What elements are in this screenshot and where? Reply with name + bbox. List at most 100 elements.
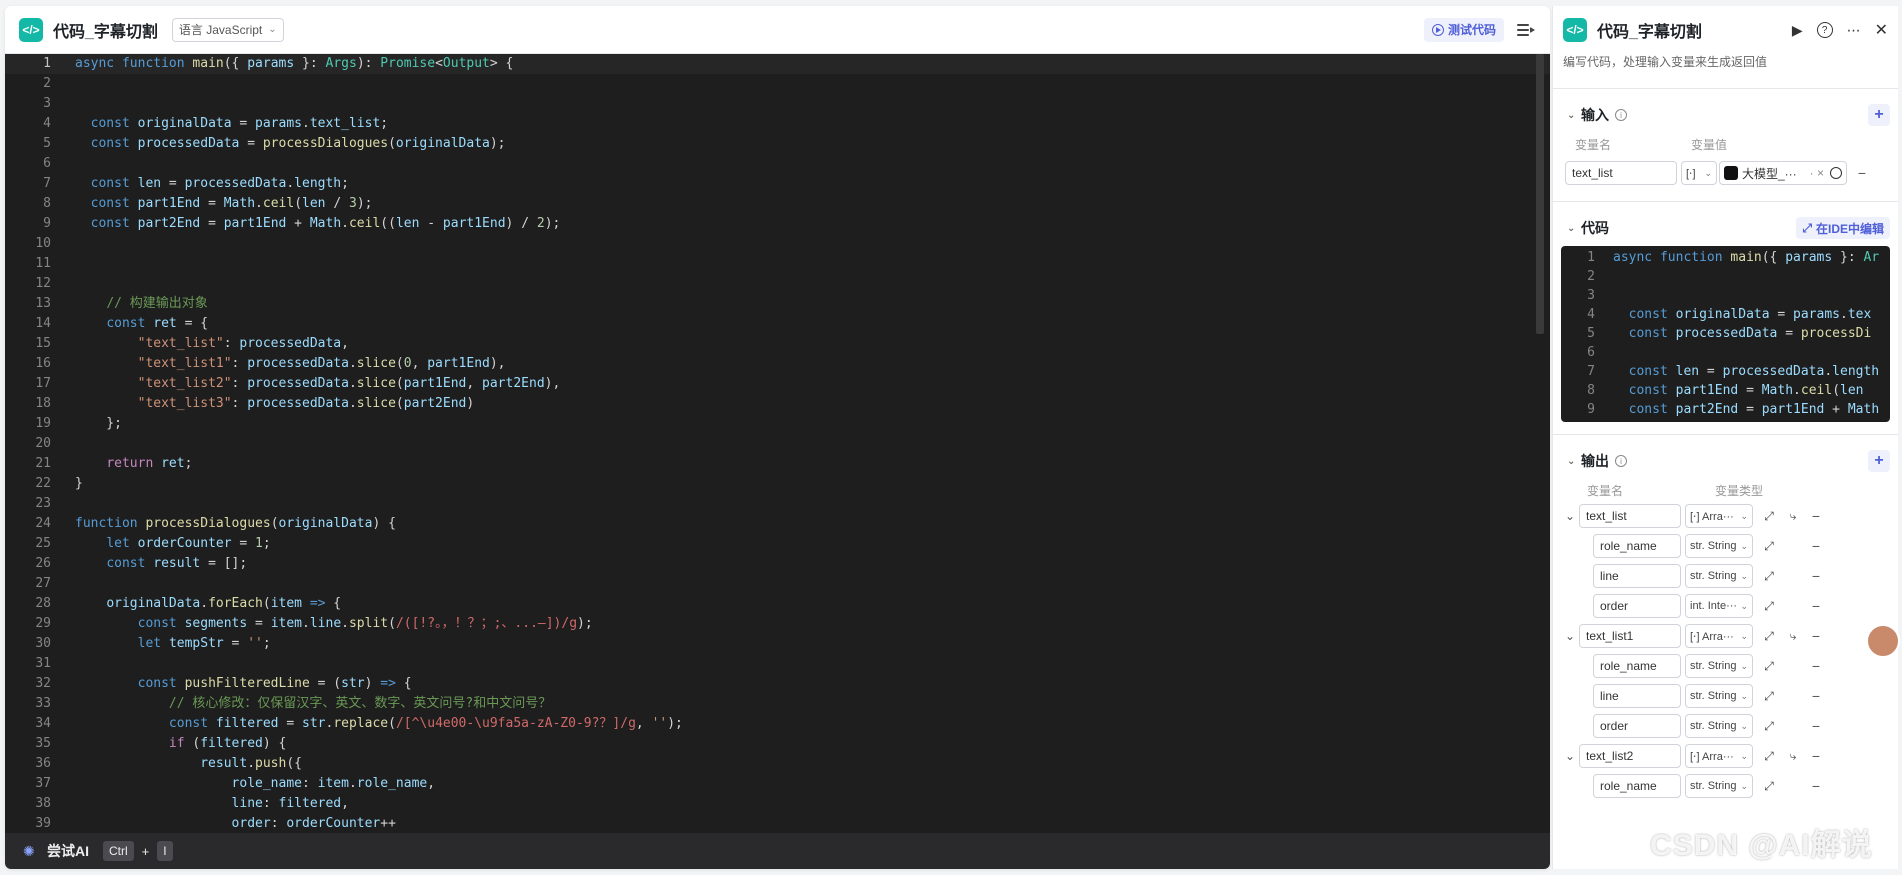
output-type-select[interactable]: str. String ⌄ [1685,534,1753,558]
output-type-select[interactable]: str. String ⌄ [1685,714,1753,738]
input-type-select[interactable]: [⋅] ⌄ [1681,161,1717,185]
expand-icon[interactable]: ⤢ [1761,779,1777,794]
output-var-name-field[interactable]: role_name [1593,774,1681,798]
output-type-select[interactable]: str. String ⌄ [1685,774,1753,798]
output-type-select[interactable]: int. Inte··· ⌄ [1685,594,1753,618]
line-number: 1 [43,56,51,71]
line-number: 6 [1587,345,1595,360]
output-var-name-field[interactable]: order [1593,594,1681,618]
chevron-down-icon[interactable]: ⌄ [1561,629,1579,643]
code-line: 6 [5,154,1550,174]
code-line-text: if (filtered) { [168,736,287,751]
chevron-down-icon[interactable]: ⌄ [1561,749,1579,763]
remove-output-button[interactable]: − [1809,598,1823,614]
line-number: 28 [35,596,51,611]
add-input-button[interactable]: + [1868,104,1890,126]
code-line-text: "text_list2": processedData.slice(part1E… [137,376,561,391]
code-line: 7 const len = processedData.length [1561,362,1890,381]
expand-icon[interactable]: ⤢ [1761,689,1777,704]
output-section: ⌄ 输出 i + 变量名 变量类型 ⌄ text_list [⋅] Arra··· ⌄… [1561,443,1890,801]
output-var-name-field[interactable]: text_list [1579,504,1681,528]
expand-icon[interactable]: ⤢ [1761,539,1777,554]
code-line: 33 // 核心修改：仅保留汉字、英文、数字、英文问号?和中文问号？ [5,694,1550,714]
remove-input-button[interactable]: − [1855,165,1869,181]
output-type-select[interactable]: str. String ⌄ [1685,564,1753,588]
remove-output-button[interactable]: − [1809,568,1823,584]
type-label: str. String [1690,570,1737,582]
remove-output-button[interactable]: − [1809,508,1823,524]
output-type-select[interactable]: [⋅] Arra··· ⌄ [1685,504,1753,528]
code-section: ⌄ 代码 ⤢ 在IDE中编辑 1 async function main({ pa… [1561,210,1890,422]
outline-menu-icon[interactable] [1516,20,1536,40]
test-code-button[interactable]: 测试代码 [1423,17,1504,42]
target-icon[interactable] [1830,167,1842,179]
chevron-down-icon[interactable]: ⌄ [1561,509,1579,523]
output-var-name-field[interactable]: order [1593,714,1681,738]
add-child-icon[interactable]: ⤷ [1785,749,1801,764]
expand-icon[interactable]: ⤢ [1761,629,1777,644]
info-icon[interactable]: i [1615,109,1627,121]
type-label: [⋅] Arra··· [1690,750,1734,763]
assistant-avatar[interactable] [1866,624,1900,658]
output-row: order str. String ⌄ ⤢ − [1561,711,1890,741]
add-output-button[interactable]: + [1868,450,1890,472]
add-child-icon[interactable]: ⤷ [1785,629,1801,644]
code-line: 13 // 构建输出对象 [5,294,1550,314]
output-type-select[interactable]: [⋅] Arra··· ⌄ [1685,744,1753,768]
close-icon[interactable]: ✕ [1875,20,1888,40]
expand-icon[interactable]: ⤢ [1761,749,1777,764]
input-ref-value[interactable]: 大模型_··· · × [1719,161,1847,185]
language-select[interactable]: 语言 JavaScript ⌄ [171,17,284,42]
output-type-select[interactable]: str. String ⌄ [1685,654,1753,678]
code-section-header[interactable]: ⌄ 代码 ⤢ 在IDE中编辑 [1561,210,1890,246]
code-line-text: const len = processedData.length [1628,364,1880,379]
expand-icon[interactable]: ⤢ [1761,719,1777,734]
line-number: 22 [35,476,51,491]
expand-icon[interactable]: ⤢ [1761,659,1777,674]
vertical-scrollbar[interactable] [1536,54,1544,334]
remove-output-button[interactable]: − [1809,718,1823,734]
remove-output-button[interactable]: − [1809,688,1823,704]
run-icon[interactable]: ▶ [1792,22,1803,39]
expand-icon[interactable]: ⤢ [1761,599,1777,614]
code-line-text: "text_list3": processedData.slice(part2E… [137,396,475,411]
remove-output-button[interactable]: − [1809,538,1823,554]
remove-output-button[interactable]: − [1809,778,1823,794]
help-icon[interactable]: ? [1816,22,1833,38]
code-line: 35 if (filtered) { [5,734,1550,754]
code-line-text: const result = []; [106,556,248,571]
watermark: CSDN @AI解说 [1650,829,1873,862]
code-editor-panel: </> 代码_字幕切割 语言 JavaScript ⌄ 测试代码 1 async … [5,6,1550,869]
input-section-header[interactable]: ⌄ 输入 i + [1561,97,1890,133]
edit-in-ide-button[interactable]: ⤢ 在IDE中编辑 [1796,217,1890,239]
add-child-icon[interactable]: ⤷ [1785,509,1801,524]
remove-output-button[interactable]: − [1809,628,1823,644]
code-label: 代码 [1581,220,1609,236]
remove-output-button[interactable]: − [1809,658,1823,674]
code-line-text: const processedData = processDialogues(o… [90,136,506,151]
expand-icon[interactable]: ⤢ [1761,569,1777,584]
remove-output-button[interactable]: − [1809,748,1823,764]
code-line: 25 let orderCounter = 1; [5,534,1550,554]
output-var-name-field[interactable]: role_name [1593,654,1681,678]
output-var-name-field[interactable]: role_name [1593,534,1681,558]
output-type-select[interactable]: str. String ⌄ [1685,684,1753,708]
output-var-name-field[interactable]: text_list2 [1579,744,1681,768]
try-ai-button[interactable]: 尝试AI [47,841,89,861]
output-type-select[interactable]: [⋅] Arra··· ⌄ [1685,624,1753,648]
code-preview[interactable]: 1 async function main({ params }: Ar 2 3 4 c… [1561,246,1890,422]
line-number: 29 [35,616,51,631]
code-line: 30 let tempStr = ''; [5,634,1550,654]
expand-icon[interactable]: ⤢ [1761,509,1777,524]
code-editor[interactable]: 1 async function main({ params }: Args): … [5,54,1550,833]
info-icon[interactable]: i [1615,455,1627,467]
code-line: 20 [5,434,1550,454]
more-icon[interactable]: ⋯ [1847,22,1861,39]
input-var-name-field[interactable]: text_list [1565,161,1677,185]
output-var-name-field[interactable]: text_list1 [1579,624,1681,648]
output-section-header[interactable]: ⌄ 输出 i + [1561,443,1890,479]
type-label: str. String [1690,540,1737,552]
output-var-name-field[interactable]: line [1593,684,1681,708]
code-line: 14 const ret = { [5,314,1550,334]
output-var-name-field[interactable]: line [1593,564,1681,588]
